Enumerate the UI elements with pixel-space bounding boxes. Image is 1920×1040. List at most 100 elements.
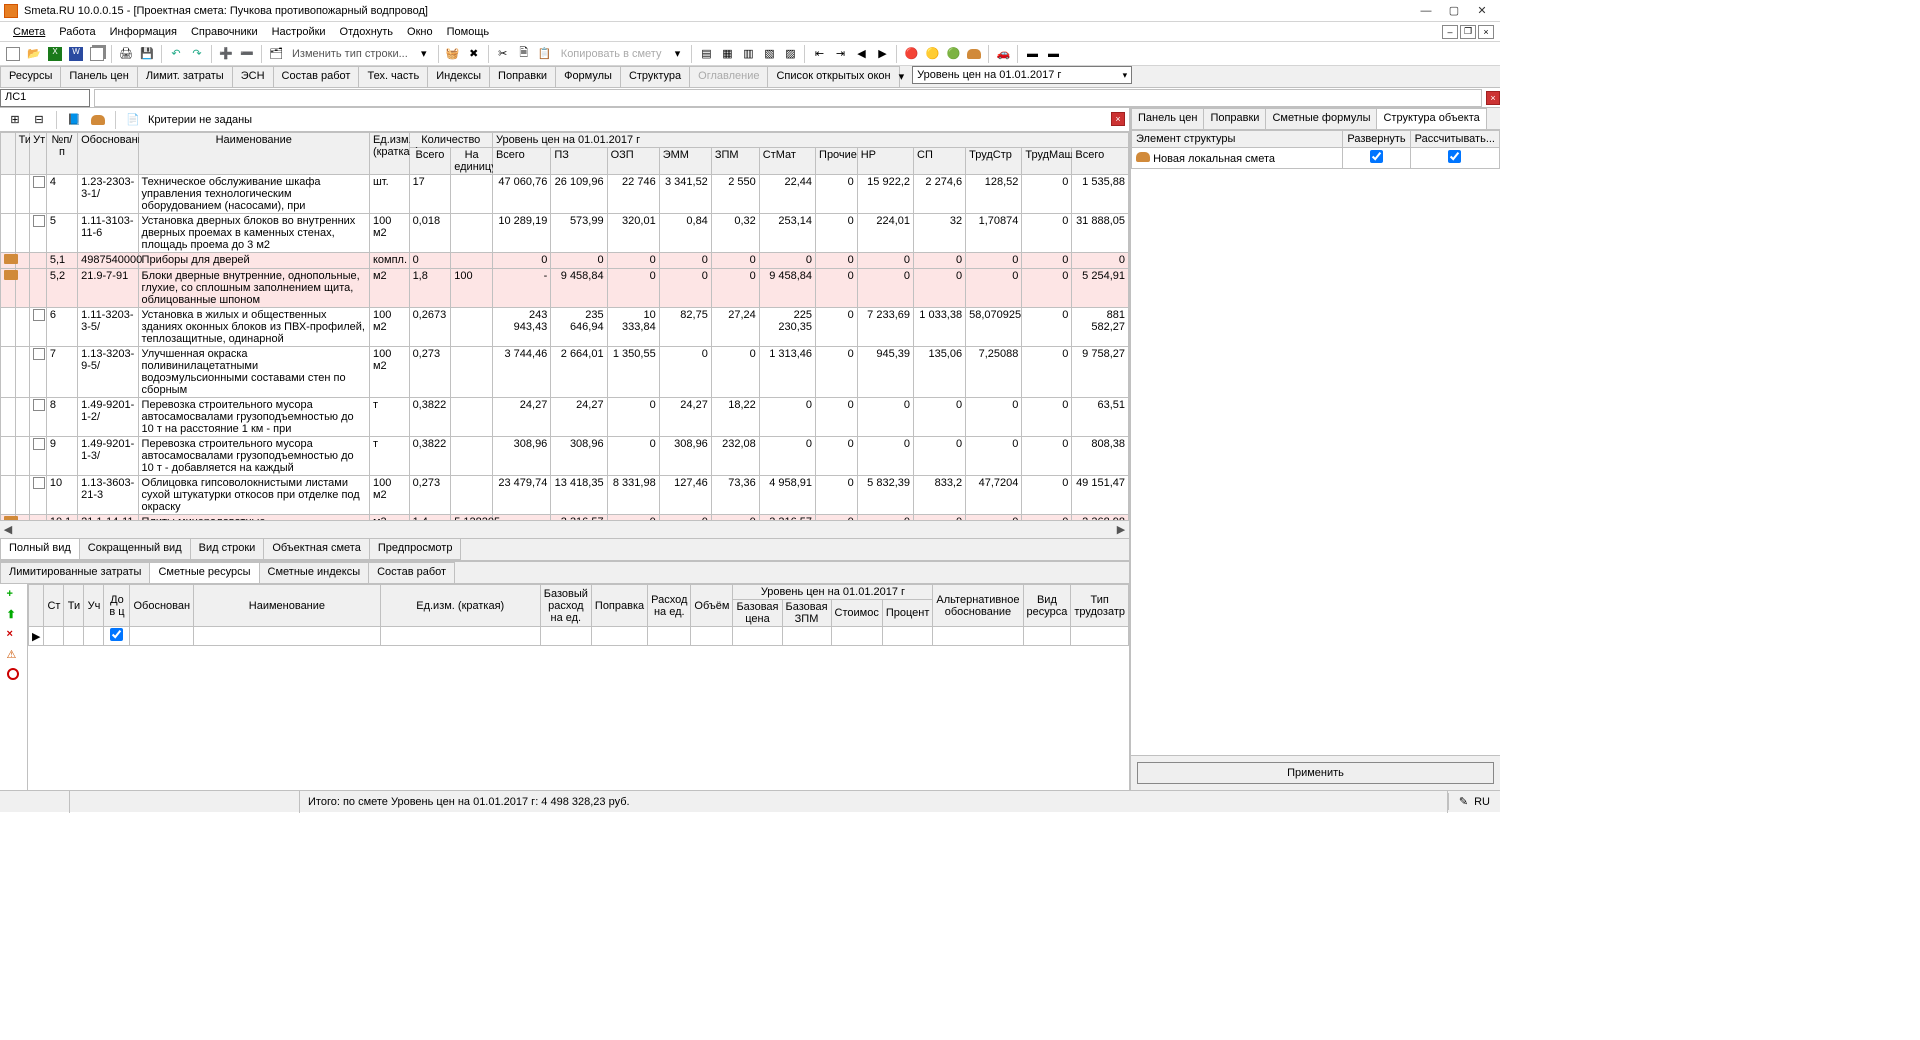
change-type-label[interactable]: Изменить тип строки... (288, 48, 412, 60)
bcol-bc[interactable]: Базовая цена (733, 600, 782, 627)
print-icon[interactable]: 🖨 (117, 45, 135, 63)
horizontal-scroll[interactable]: ◀▶ (0, 520, 1129, 538)
bcol-ed[interactable]: Ед.изм. (краткая) (380, 585, 540, 627)
main-grid[interactable]: Ти Ут №п/п Обоснование Наименование Ед.и… (0, 132, 1129, 520)
table-row[interactable]: 41.23-2303-3-1/Техническое обслуживание … (1, 175, 1129, 214)
col-ts[interactable]: ТрудСтр (966, 148, 1022, 175)
btab-resources[interactable]: Сметные ресурсы (149, 562, 259, 583)
add-icon[interactable]: + (7, 588, 21, 602)
filter-icon[interactable]: 📄 (124, 111, 142, 129)
tab-popr[interactable]: Поправки (489, 66, 556, 87)
add-row-icon[interactable]: ➕ (217, 45, 235, 63)
rcol-element[interactable]: Элемент структуры (1132, 131, 1343, 148)
bcol-nm[interactable]: Наименование (194, 585, 381, 627)
maximize-button[interactable]: ▢ (1440, 1, 1468, 21)
tab-tech[interactable]: Тех. часть (358, 66, 428, 87)
col-ozp[interactable]: ОЗП (607, 148, 659, 175)
col-vsego2[interactable]: Всего (1072, 148, 1129, 175)
col-naim[interactable]: Наименование (138, 133, 369, 175)
col-zpm[interactable]: ЗПМ (711, 148, 759, 175)
vtab-short[interactable]: Сокращенный вид (79, 539, 191, 560)
win1-icon[interactable]: ▤ (697, 45, 715, 63)
tab-windows[interactable]: Список открытых окон (767, 66, 899, 87)
tab-form[interactable]: Формулы (555, 66, 621, 87)
table-row[interactable]: 71.13-3203-9-5/Улучшенная окраска поливи… (1, 347, 1129, 398)
vtab-full[interactable]: Полный вид (0, 539, 80, 560)
grid-close-icon[interactable]: × (1111, 112, 1125, 126)
menu-window[interactable]: Окно (400, 24, 440, 40)
bcol-base[interactable]: Базовый расход на ед. (540, 585, 591, 627)
book-icon[interactable]: 📘 (65, 111, 83, 129)
menu-rest[interactable]: Отдохнуть (333, 24, 401, 40)
dd1-icon[interactable]: ▾ (415, 45, 433, 63)
formula-box[interactable] (94, 89, 1482, 107)
excel-icon[interactable]: X (46, 45, 64, 63)
dd2-icon[interactable]: ▾ (668, 45, 686, 63)
bcol-obem[interactable]: Объём (691, 585, 733, 627)
arrow-r-icon[interactable]: ▶ (873, 45, 891, 63)
del-row-icon[interactable]: ➖ (238, 45, 256, 63)
bcol-uch[interactable]: Уч (84, 585, 104, 627)
menu-help[interactable]: Помощь (440, 24, 497, 40)
redo-icon[interactable]: ↷ (188, 45, 206, 63)
bcol-dovc[interactable]: До в ц (104, 585, 130, 627)
indent-l-icon[interactable]: ⇤ (810, 45, 828, 63)
car-icon[interactable]: 🚗 (994, 45, 1012, 63)
tab-index[interactable]: Индексы (427, 66, 490, 87)
structure-row[interactable]: Новая локальная смета (1132, 148, 1500, 169)
cloud2-icon[interactable] (89, 111, 107, 129)
menu-work[interactable]: Работа (52, 24, 102, 40)
copy2-icon[interactable]: 🗎 (515, 45, 533, 63)
save-icon[interactable]: 💾 (138, 45, 156, 63)
win5-icon[interactable]: ▨ (781, 45, 799, 63)
expand-icon[interactable]: ⊞ (6, 111, 24, 129)
tab-prices[interactable]: Панель цен (60, 66, 137, 87)
paste-icon[interactable]: 📋 (536, 45, 554, 63)
bcol-popr[interactable]: Поправка (591, 585, 647, 627)
add-up-icon[interactable]: ⬆ (7, 608, 21, 622)
clear-icon[interactable]: ✖ (465, 45, 483, 63)
arrow-l-icon[interactable]: ◀ (852, 45, 870, 63)
bcol-bz[interactable]: Базовая ЗПМ (782, 600, 831, 627)
rtab-prices[interactable]: Панель цен (1131, 108, 1204, 129)
bcol-rash[interactable]: Расход на ед. (648, 585, 691, 627)
addrbar-close-icon[interactable]: × (1486, 91, 1500, 105)
indent-r-icon[interactable]: ⇥ (831, 45, 849, 63)
tab-struct[interactable]: Структура (620, 66, 690, 87)
col-proch[interactable]: Прочие (816, 148, 858, 175)
rtab-struct[interactable]: Структура объекта (1376, 108, 1486, 129)
menu-smeta[interactable]: Смета (6, 24, 52, 40)
structure-grid[interactable]: Элемент структуры Развернуть Рассчитыват… (1131, 130, 1500, 169)
cell-address[interactable]: ЛС1 (0, 89, 90, 107)
btab-limit[interactable]: Лимитированные затраты (0, 562, 150, 583)
stack1-icon[interactable]: ▬ (1023, 45, 1041, 63)
table-row[interactable]: 101.13-3603-21-3Облицовка гипсоволокнист… (1, 476, 1129, 515)
col-stmat[interactable]: СтМат (759, 148, 815, 175)
col-emm[interactable]: ЭММ (659, 148, 711, 175)
win4-icon[interactable]: ▧ (760, 45, 778, 63)
table-row[interactable]: 10,121.1-14-11Плиты минераловатные тепло… (1, 515, 1129, 521)
minimize-button[interactable]: — (1412, 1, 1440, 21)
cut-icon[interactable]: ✂ (494, 45, 512, 63)
flag-red-icon[interactable]: 🔴 (902, 45, 920, 63)
rtab-popr[interactable]: Поправки (1203, 108, 1266, 129)
col-pz[interactable]: ПЗ (551, 148, 607, 175)
rcol-expand[interactable]: Развернуть (1343, 131, 1410, 148)
open-icon[interactable]: 📂 (25, 45, 43, 63)
rtab-form[interactable]: Сметные формулы (1265, 108, 1377, 129)
tab-resources[interactable]: Ресурсы (0, 66, 61, 87)
col-level[interactable]: Уровень цен на 01.01.2017 г (492, 133, 1128, 148)
mdi-close[interactable]: × (1478, 25, 1494, 39)
col-ut[interactable]: Ут (30, 133, 47, 175)
menu-settings[interactable]: Настройки (265, 24, 333, 40)
bottom-row[interactable]: ▶ (29, 627, 1129, 646)
tab-esn[interactable]: ЭСН (232, 66, 274, 87)
mdi-restore[interactable]: ❐ (1460, 25, 1476, 39)
menu-info[interactable]: Информация (103, 24, 184, 40)
new-icon[interactable] (4, 45, 22, 63)
flag-grn-icon[interactable]: 🟢 (944, 45, 962, 63)
col-ti[interactable]: Ти (15, 133, 30, 175)
tree-icon[interactable]: 🗂 (267, 45, 285, 63)
basket-icon[interactable]: 🧺 (444, 45, 462, 63)
menu-ref[interactable]: Справочники (184, 24, 265, 40)
